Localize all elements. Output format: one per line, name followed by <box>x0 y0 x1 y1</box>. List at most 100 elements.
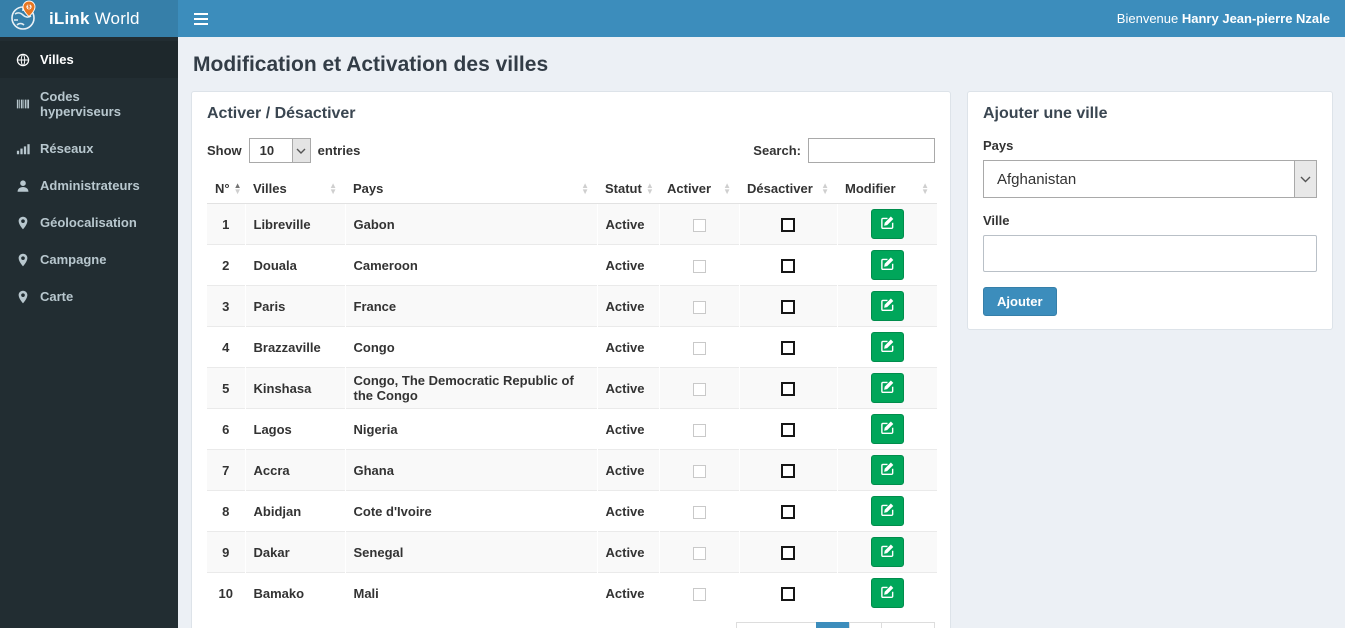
sidebar-item-label: Codes hyperviseurs <box>40 89 121 119</box>
activer-checkbox <box>692 587 706 601</box>
pays-select[interactable]: Afghanistan <box>983 160 1317 198</box>
modifier-button[interactable] <box>870 332 904 362</box>
table-row: 1 Libreville Gabon Active <box>207 203 937 245</box>
cell-pays: Senegal <box>344 531 597 573</box>
desactiver-checkbox[interactable] <box>781 299 795 314</box>
desactiver-checkbox[interactable] <box>781 463 795 478</box>
modifier-button[interactable] <box>870 291 904 321</box>
cell-modifier <box>836 449 937 491</box>
desactiver-checkbox[interactable] <box>781 258 795 273</box>
sidebar-item-label: Villes <box>40 52 74 67</box>
edit-icon <box>880 338 895 356</box>
sidebar-toggle-button[interactable] <box>178 0 224 37</box>
modifier-button[interactable] <box>870 537 904 567</box>
brand-name: iLink World <box>49 8 140 28</box>
cell-num: 8 <box>207 490 245 532</box>
modifier-button[interactable] <box>870 373 904 403</box>
column-header-statut[interactable]: Statut ▲ ▼ <box>597 174 659 204</box>
pagination: Previous12Next <box>736 622 935 628</box>
column-header-modifier[interactable]: Modifier ▲ ▼ <box>837 174 937 204</box>
cell-num: 10 <box>207 572 245 613</box>
cell-desactiver <box>738 285 837 327</box>
activer-checkbox <box>692 259 706 273</box>
page-button-next[interactable]: Next <box>880 622 935 628</box>
cell-modifier <box>836 367 937 409</box>
modifier-button[interactable] <box>870 250 904 280</box>
sidebar-menu: Villes Codes hyperviseurs Réseaux Administr… <box>0 41 178 315</box>
cell-num: 3 <box>207 285 245 327</box>
edit-icon <box>880 420 895 438</box>
activer-checkbox <box>692 300 706 314</box>
table-header-row: N° ▲ ▼ Villes ▲ ▼ Pays ▲ ▼ Statut ▲ ▼ Activer ▲ ▼ Désac… <box>207 174 937 204</box>
sidebar-item-carte[interactable]: Carte <box>0 278 178 315</box>
modifier-button[interactable] <box>870 578 904 608</box>
ville-input[interactable] <box>983 235 1317 272</box>
sidebar-item-campagne[interactable]: Campagne <box>0 241 178 278</box>
sidebar-item-geolocalisation[interactable]: Géolocalisation <box>0 204 178 241</box>
desactiver-checkbox[interactable] <box>781 217 795 232</box>
cell-pays: Cote d'Ivoire <box>344 490 597 532</box>
modifier-button[interactable] <box>870 496 904 526</box>
top-bar: $ iLink World Bienvenue Hanry Jean-pierr… <box>0 0 1345 37</box>
desactiver-checkbox[interactable] <box>781 545 795 560</box>
page-button-1[interactable]: 1 <box>816 622 850 628</box>
column-header-villes[interactable]: Villes ▲ ▼ <box>245 174 345 204</box>
column-header-n[interactable]: N° ▲ ▼ <box>207 174 245 204</box>
table-row: 10 Bamako Mali Active <box>207 572 937 613</box>
column-header-activer[interactable]: Activer ▲ ▼ <box>659 174 739 204</box>
desactiver-checkbox[interactable] <box>781 340 795 355</box>
cell-activer <box>658 449 739 491</box>
signal-icon <box>15 142 30 156</box>
page-title: Modification et Activation des villes <box>193 53 549 76</box>
activate-deactivate-panel: Activer / Désactiver Show 10 entries Sea… <box>191 91 951 628</box>
search-label: Search: <box>753 143 801 158</box>
cell-modifier <box>836 572 937 613</box>
sort-icon: ▲ ▼ <box>723 180 731 196</box>
desactiver-checkbox[interactable] <box>781 381 795 396</box>
modifier-button[interactable] <box>870 414 904 444</box>
page-button-previous[interactable]: Previous <box>736 622 818 628</box>
cell-statut: Active <box>596 367 659 409</box>
pays-label: Pays <box>983 138 1014 153</box>
activer-checkbox <box>692 218 706 232</box>
sidebar-item-villes[interactable]: Villes <box>0 41 178 78</box>
logo[interactable]: $ iLink World <box>0 0 178 37</box>
modifier-button[interactable] <box>870 209 904 239</box>
cell-num: 6 <box>207 408 245 450</box>
column-header-desactiver[interactable]: Désactiver ▲ ▼ <box>739 174 837 204</box>
cell-desactiver <box>738 203 837 245</box>
activer-checkbox <box>692 423 706 437</box>
page-length-select[interactable]: 10 <box>248 138 311 163</box>
table-row: 8 Abidjan Cote d'Ivoire Active <box>207 490 937 532</box>
cell-ville: Kinshasa <box>244 367 345 409</box>
add-city-panel: Ajouter une ville Pays Afghanistan Ville… <box>967 91 1333 330</box>
cell-modifier <box>836 490 937 532</box>
sort-icon: ▲ ▼ <box>581 180 589 196</box>
desactiver-checkbox[interactable] <box>781 586 795 601</box>
desactiver-checkbox[interactable] <box>781 504 795 519</box>
cell-modifier <box>836 326 937 368</box>
cell-pays: France <box>344 285 597 327</box>
cell-desactiver <box>738 326 837 368</box>
sidebar-item-administrateurs[interactable]: Administrateurs <box>0 167 178 204</box>
cell-num: 1 <box>207 203 245 245</box>
sidebar-item-codes-hyperviseurs[interactable]: Codes hyperviseurs <box>0 78 178 130</box>
cell-ville: Dakar <box>244 531 345 573</box>
pays-selected-value: Afghanistan <box>997 170 1077 188</box>
table-row: 5 Kinshasa Congo, The Democratic Republic … <box>207 367 937 409</box>
desactiver-checkbox[interactable] <box>781 422 795 437</box>
cell-desactiver <box>738 408 837 450</box>
sidebar-item-reseaux[interactable]: Réseaux <box>0 130 178 167</box>
cell-ville: Abidjan <box>244 490 345 532</box>
cell-pays: Ghana <box>344 449 597 491</box>
edit-icon <box>880 256 895 274</box>
table-row: 6 Lagos Nigeria Active <box>207 408 937 450</box>
column-header-pays[interactable]: Pays ▲ ▼ <box>345 174 597 204</box>
modifier-button[interactable] <box>870 455 904 485</box>
cell-activer <box>658 490 739 532</box>
page-button-2[interactable]: 2 <box>848 622 882 628</box>
ajouter-button[interactable]: Ajouter <box>983 287 1057 316</box>
cell-activer <box>658 203 739 245</box>
villes-table: N° ▲ ▼ Villes ▲ ▼ Pays ▲ ▼ Statut ▲ ▼ Activer ▲ ▼ Désac… <box>207 174 937 613</box>
search-input[interactable] <box>808 138 935 163</box>
